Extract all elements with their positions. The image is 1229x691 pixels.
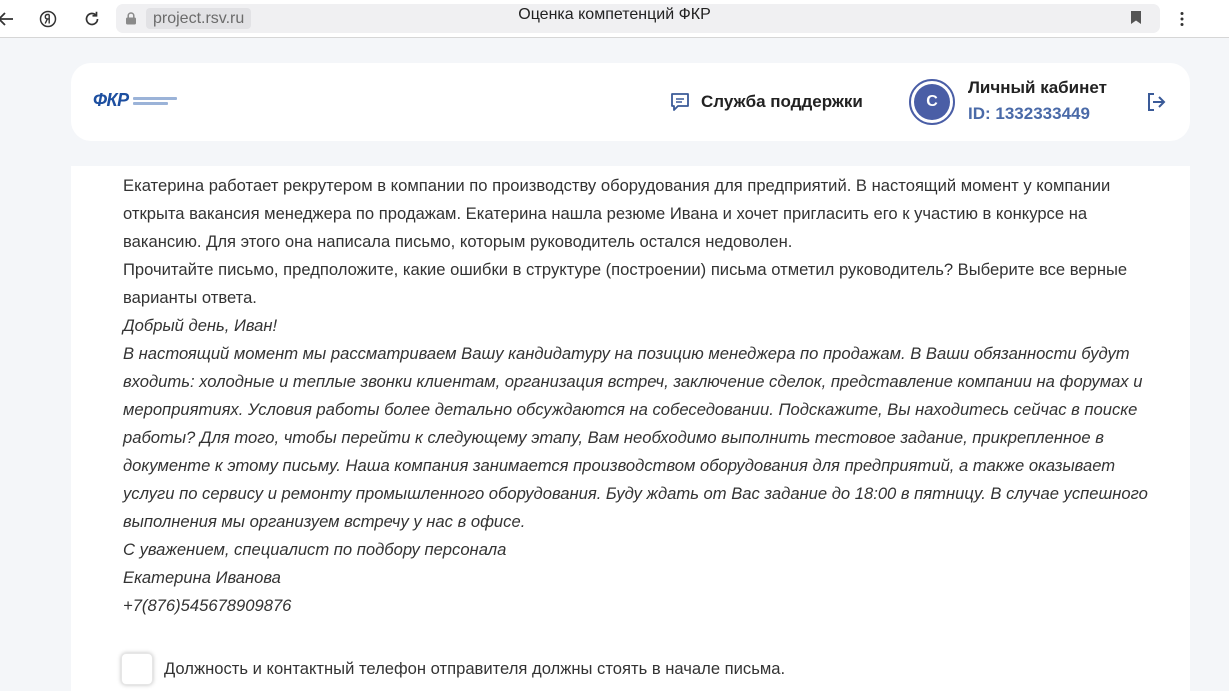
- question-intro: Екатерина работает рекрутером в компании…: [123, 176, 1111, 251]
- question-card: Екатерина работает рекрутером в компании…: [71, 166, 1190, 691]
- user-id: ID: 1332333449: [968, 104, 1090, 123]
- logo-text: ФКР: [93, 90, 129, 110]
- question-instruction: Прочитайте письмо, предположите, какие о…: [123, 260, 1128, 307]
- support-label: Служба поддержки: [701, 92, 863, 111]
- cabinet-title: Личный кабинет: [968, 78, 1107, 97]
- avatar-letter: С: [914, 84, 950, 120]
- logo-tagline: [132, 95, 177, 107]
- question-text: Екатерина работает рекрутером в компании…: [123, 172, 1153, 620]
- fkr-logo[interactable]: ФКР: [93, 90, 177, 111]
- support-link[interactable]: Служба поддержки: [669, 91, 863, 113]
- logout-icon[interactable]: [1144, 90, 1168, 114]
- chat-icon: [671, 93, 689, 111]
- letter-body: В настоящий момент мы рассматриваем Вашу…: [123, 344, 1148, 531]
- bookmark-icon[interactable]: [1130, 10, 1142, 25]
- tab-title: Оценка компетенций ФКР: [518, 6, 711, 23]
- more-menu-icon[interactable]: [1170, 7, 1194, 31]
- letter-signature: Екатерина Иванова: [123, 568, 281, 587]
- answer-option[interactable]: Должность и контактный телефон отправите…: [121, 653, 785, 685]
- avatar[interactable]: С: [909, 79, 955, 125]
- letter-closing: С уважением, специалист по подбору персо…: [123, 540, 507, 559]
- letter-phone: +7(876)545678909876: [123, 596, 292, 615]
- site-header: ФКР Служба поддержки С Личный кабинет ID…: [71, 63, 1190, 141]
- answer-option-label: Должность и контактный телефон отправите…: [164, 659, 786, 678]
- letter-greeting: Добрый день, Иван!: [123, 316, 278, 335]
- personal-cabinet[interactable]: Личный кабинет ID: 1332333449: [968, 78, 1107, 124]
- browser-toolbar: project.rsv.ru Оценка компетенций ФКР: [0, 0, 1229, 38]
- answer-checkbox[interactable]: [121, 653, 153, 685]
